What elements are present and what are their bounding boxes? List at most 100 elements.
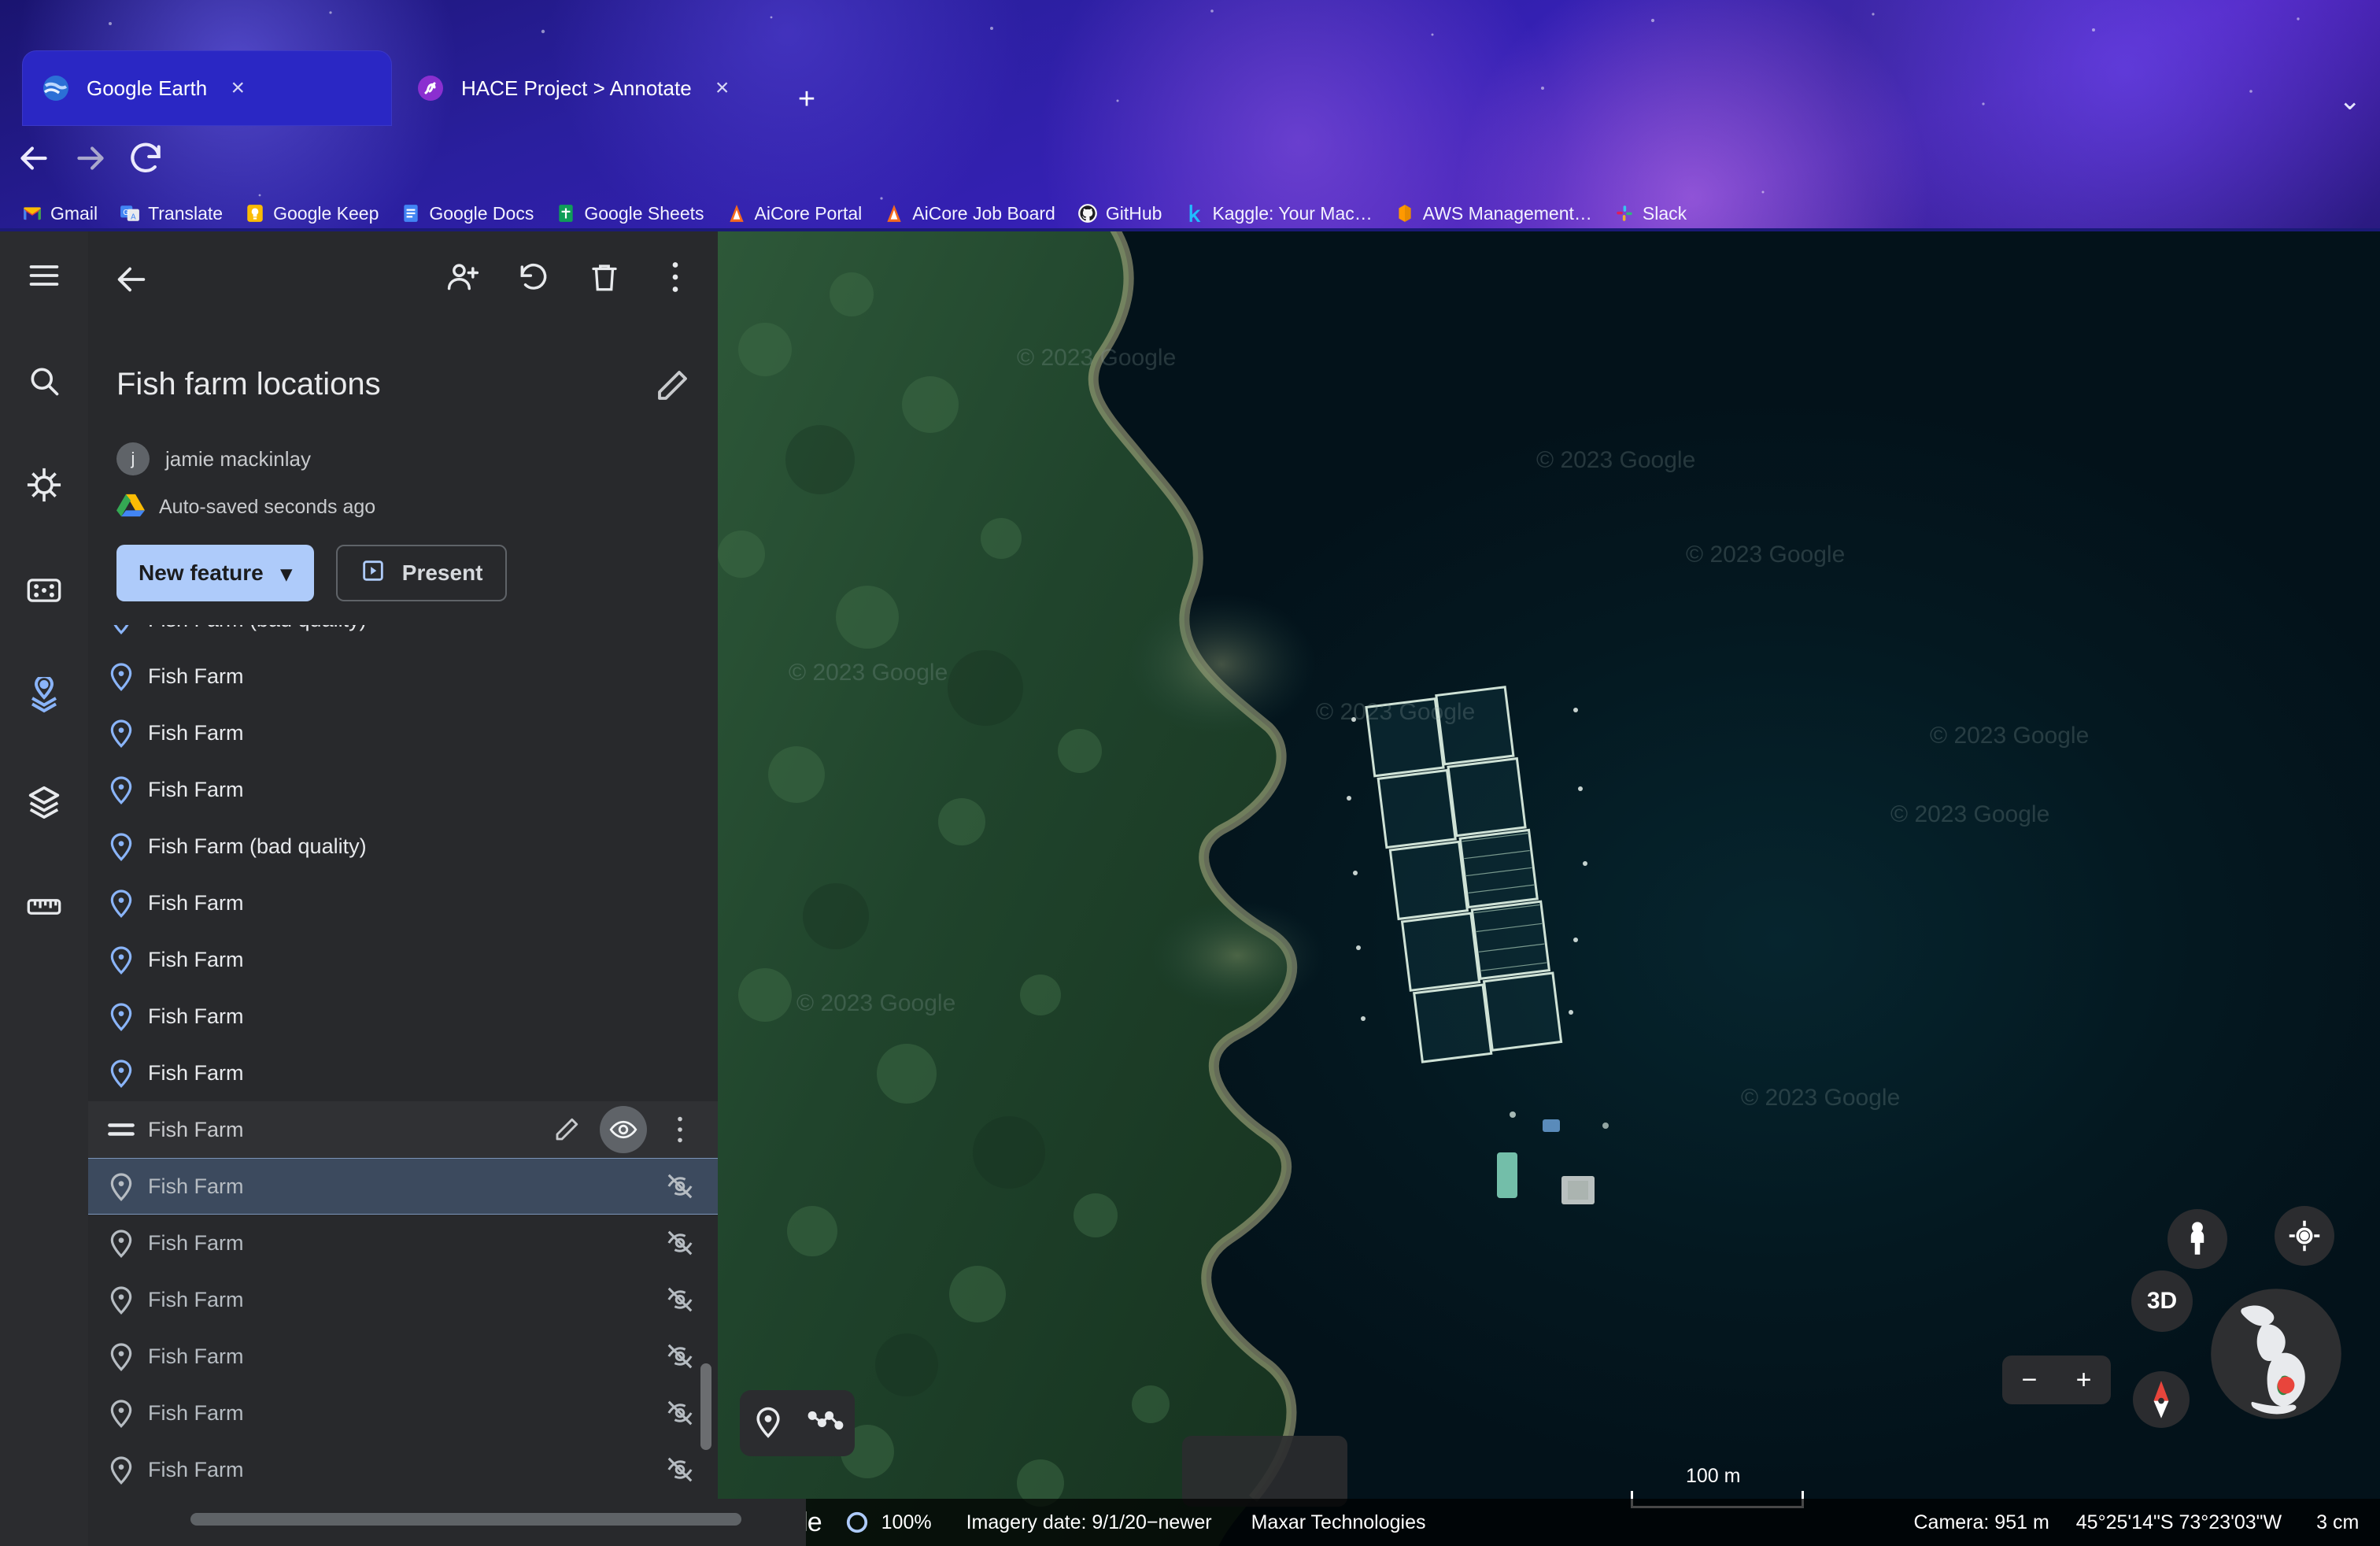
more-vert-icon[interactable] — [653, 255, 697, 299]
present-button[interactable]: Present — [335, 545, 507, 601]
eye-hidden-icon[interactable] — [656, 1163, 704, 1210]
scrollbar-thumb[interactable] — [190, 1513, 741, 1526]
new-feature-button[interactable]: New feature ▾ — [116, 545, 314, 601]
zoom-in-button[interactable]: + — [2076, 1365, 2092, 1396]
pencil-edit-icon[interactable] — [653, 367, 694, 408]
list-item[interactable]: Fish Farm — [88, 1441, 718, 1491]
bookmark-google-sheets[interactable]: Google Sheets — [545, 197, 715, 230]
share-add-person-icon[interactable] — [441, 255, 485, 299]
list-item[interactable]: Fish Farm — [88, 705, 718, 761]
list-item[interactable]: Fish Farm — [88, 1328, 718, 1385]
mini-globe-overview[interactable] — [2205, 1283, 2347, 1425]
voyager-icon[interactable] — [17, 458, 71, 512]
feature-list-horizontal-scrollbar[interactable] — [176, 1499, 806, 1546]
bookmark-translate[interactable]: GA Translate — [109, 197, 234, 230]
list-item-label: Fish Farm — [148, 720, 244, 745]
bookmark-slack[interactable]: Slack — [1603, 197, 1698, 230]
list-item-label: Fish Farm — [148, 1060, 244, 1085]
bookmark-aicore-portal[interactable]: AiCore Portal — [715, 197, 874, 230]
pencil-edit-icon[interactable] — [543, 1106, 590, 1153]
more-vert-icon[interactable] — [656, 1106, 704, 1153]
google-keep-icon — [245, 203, 265, 224]
street-view-pegman-button[interactable] — [2168, 1209, 2227, 1269]
bookmark-label: Translate — [148, 202, 224, 224]
back-button[interactable] — [14, 139, 54, 178]
projects-pin-icon[interactable] — [17, 669, 71, 723]
feature-list[interactable]: Fish Farm (bad quality) Fish Farm Fish F… — [88, 625, 718, 1491]
project-owner: j jamie mackinlay — [116, 442, 311, 475]
zoom-out-button[interactable]: − — [2022, 1365, 2038, 1396]
forward-button[interactable] — [71, 139, 110, 178]
google-attribution-watermarks: © 2023 Google © 2023 Google © 2023 Googl… — [789, 345, 2089, 1111]
list-item[interactable]: Fish Farm — [88, 761, 718, 818]
bookmark-gmail[interactable]: Gmail — [11, 197, 109, 230]
list-item[interactable]: Fish Farm (bad quality) — [88, 625, 718, 648]
placemark-pin-icon — [105, 1341, 137, 1372]
list-item-actions — [656, 1389, 704, 1437]
list-item-label: Fish Farm — [148, 1287, 244, 1311]
list-item[interactable]: Fish Farm — [88, 875, 718, 931]
map-status-bar: Google 100% Imagery date: 9/1/20−newer M… — [718, 1499, 2380, 1546]
project-action-buttons: New feature ▾ Present — [116, 545, 507, 601]
search-icon[interactable] — [17, 354, 71, 408]
list-item-label: Fish Farm — [148, 777, 244, 801]
my-location-button[interactable] — [2275, 1206, 2334, 1266]
undo-icon[interactable] — [512, 255, 556, 299]
toggle-2d-3d-button[interactable]: 3D — [2131, 1270, 2193, 1332]
bookmark-aicore-job-board[interactable]: AiCore Job Board — [873, 197, 1066, 230]
list-item-label: Fish Farm — [148, 664, 244, 688]
svg-text:© 2023 Google: © 2023 Google — [1017, 345, 1176, 371]
tab-close-icon[interactable]: × — [224, 76, 251, 100]
tab-strip: Google Earth × HACE Project > Annotate ×… — [0, 39, 2380, 126]
layers-icon[interactable] — [17, 775, 71, 828]
list-item[interactable]: Fish Farm — [88, 648, 718, 705]
reload-button[interactable] — [126, 139, 165, 178]
draw-line-path-icon[interactable] — [808, 1406, 844, 1441]
list-item[interactable]: Fish Farm — [88, 1101, 718, 1158]
svg-text:© 2023 Google: © 2023 Google — [796, 990, 955, 1016]
list-item[interactable]: Fish Farm — [88, 1215, 718, 1271]
imagery-date: Imagery date: 9/1/20−newer — [966, 1511, 1212, 1533]
map-viewport[interactable]: © 2023 Google © 2023 Google © 2023 Googl… — [718, 231, 2380, 1546]
list-item-label: Fish Farm (bad quality) — [148, 625, 367, 632]
tab-close-icon[interactable]: × — [709, 76, 736, 100]
list-item[interactable]: Fish Farm — [88, 988, 718, 1045]
present-label: Present — [401, 560, 483, 585]
eye-visible-icon[interactable] — [600, 1106, 647, 1153]
measure-ruler-icon[interactable] — [17, 880, 71, 934]
eye-hidden-icon[interactable] — [656, 1219, 704, 1267]
placemark-pin-icon — [105, 717, 137, 749]
bookmark-github[interactable]: GitHub — [1066, 197, 1173, 230]
compass-button[interactable] — [2133, 1371, 2190, 1428]
list-item[interactable]: Fish Farm — [88, 1045, 718, 1101]
list-item[interactable]: Fish Farm — [88, 931, 718, 988]
window-collapse-icon[interactable]: ⌄ — [2339, 85, 2362, 117]
list-item[interactable]: Fish Farm — [88, 1158, 718, 1215]
bookmark-google-docs[interactable]: Google Docs — [390, 197, 545, 230]
add-placemark-icon[interactable] — [751, 1404, 785, 1443]
google-drive-icon — [116, 493, 145, 522]
menu-icon[interactable] — [17, 249, 71, 302]
bookmark-kaggle[interactable]: Kaggle: Your Mac… — [1173, 197, 1383, 230]
panel-back-button[interactable] — [107, 255, 156, 304]
new-tab-button[interactable]: + — [787, 80, 826, 120]
eye-hidden-icon[interactable] — [656, 1389, 704, 1437]
chevron-down-icon: ▾ — [280, 560, 292, 586]
drag-handle-icon[interactable] — [104, 1112, 139, 1147]
bookmark-aws-management[interactable]: AWS Management… — [1384, 197, 1603, 230]
list-item[interactable]: Fish Farm — [88, 1271, 718, 1328]
eye-hidden-icon[interactable] — [656, 1333, 704, 1380]
tab-google-earth[interactable]: Google Earth × — [22, 50, 392, 126]
tab-title: HACE Project > Annotate — [461, 76, 692, 100]
list-item[interactable]: Fish Farm (bad quality) — [88, 818, 718, 875]
list-item[interactable]: Fish Farm — [88, 1385, 718, 1441]
eye-hidden-icon[interactable] — [656, 1276, 704, 1323]
feeling-lucky-dice-icon[interactable] — [17, 564, 71, 617]
delete-trash-icon[interactable] — [582, 255, 626, 299]
eye-hidden-icon[interactable] — [656, 1446, 704, 1491]
tab-hace-project[interactable]: HACE Project > Annotate × — [397, 50, 767, 126]
list-item-actions — [656, 1446, 704, 1491]
svg-text:© 2023 Google: © 2023 Google — [1686, 542, 1845, 568]
feature-list-vertical-scrollbar[interactable] — [700, 1363, 711, 1450]
bookmark-google-keep[interactable]: Google Keep — [234, 197, 390, 230]
